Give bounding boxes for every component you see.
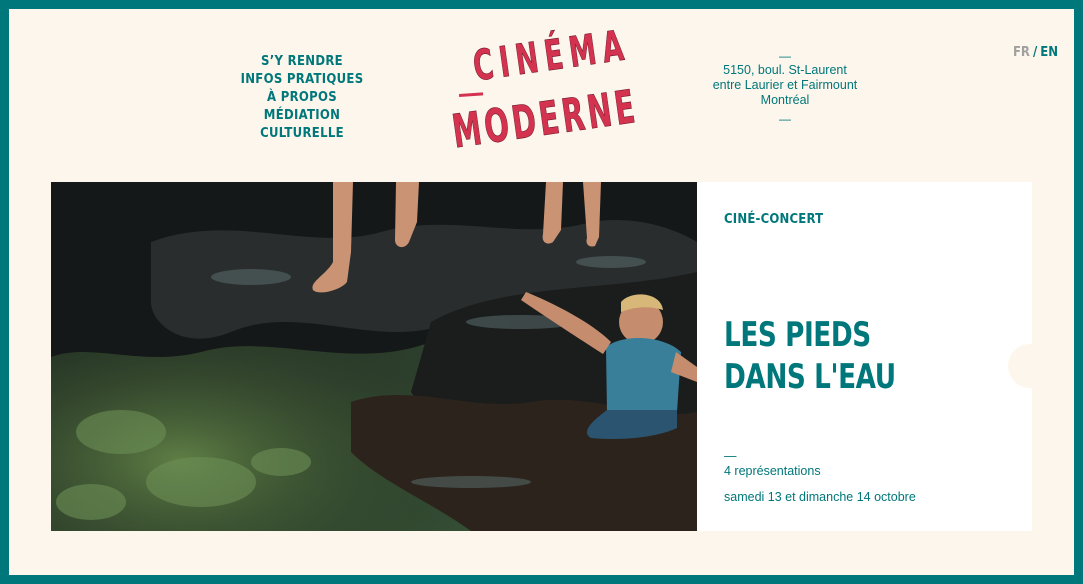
page-frame: S’Y RENDRE INFOS PRATIQUES À PROPOS MÉDI… xyxy=(9,9,1074,575)
address-line-city: Montréal xyxy=(760,93,810,107)
screening-dates: samedi 13 et dimanche 14 octobre xyxy=(724,490,916,504)
film-category: CINÉ-CONCERT xyxy=(724,212,824,227)
film-info-card: CINÉ-CONCERT LES PIEDS DANS L'EAU — 4 re… xyxy=(697,182,1032,531)
address-line-cross-streets: entre Laurier et Fairmount xyxy=(712,78,858,92)
address-dash-bottom: — xyxy=(779,112,791,126)
lang-separator: / xyxy=(1032,45,1038,60)
logo-text-cinema: CINÉMA xyxy=(470,20,627,91)
lang-fr-link[interactable]: FR xyxy=(1013,45,1030,60)
nav-item-infos-pratiques[interactable]: INFOS PRATIQUES xyxy=(226,71,378,89)
cinema-moderne-logo[interactable]: CINÉMA MODERNE xyxy=(445,19,645,169)
nav-item-mediation-culturelle[interactable]: MÉDIATION CULTURELLE xyxy=(226,107,378,143)
film-title[interactable]: LES PIEDS DANS L'EAU xyxy=(724,314,948,398)
film-still-illustration xyxy=(51,182,697,531)
language-switcher: FR / EN xyxy=(1013,45,1058,60)
nav-item-sy-rendre[interactable]: S’Y RENDRE xyxy=(226,53,378,71)
nav-item-a-propos[interactable]: À PROPOS xyxy=(226,89,378,107)
film-still-image[interactable] xyxy=(51,182,697,531)
screenings-count: 4 représentations xyxy=(724,464,821,478)
film-meta: — 4 représentations samedi 13 et dimanch… xyxy=(724,450,916,504)
film-meta-dash: — xyxy=(724,449,737,463)
logo-text-moderne: MODERNE xyxy=(449,81,638,159)
main-nav: S’Y RENDRE INFOS PRATIQUES À PROPOS MÉDI… xyxy=(226,53,378,143)
logo-dash xyxy=(459,92,484,97)
carousel-next-tab[interactable] xyxy=(1008,344,1032,388)
lang-en-link[interactable]: EN xyxy=(1040,45,1058,60)
cinema-address: — 5150, boul. St-Laurent entre Laurier e… xyxy=(689,49,881,126)
address-line-street: 5150, boul. St-Laurent xyxy=(723,63,847,77)
address-dash-top: — xyxy=(779,49,791,63)
featured-film: CINÉ-CONCERT LES PIEDS DANS L'EAU — 4 re… xyxy=(51,182,1032,531)
